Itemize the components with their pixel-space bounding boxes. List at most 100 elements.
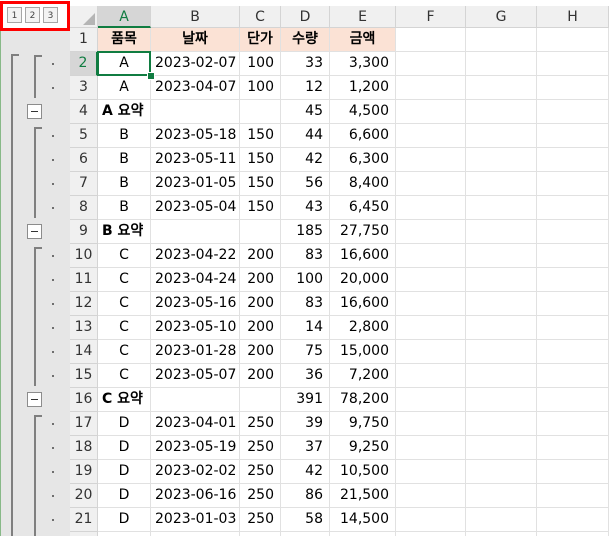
row-header-20[interactable]: 20: [70, 484, 98, 508]
cell-d6[interactable]: 42: [281, 148, 330, 172]
cell-b20[interactable]: 2023-06-16: [151, 484, 240, 508]
cell-c4[interactable]: [240, 100, 281, 124]
cell-b10[interactable]: 2023-04-22: [151, 244, 240, 268]
cell-h22[interactable]: [537, 532, 609, 536]
cell-h11[interactable]: [537, 268, 609, 292]
cell-c11[interactable]: 200: [240, 268, 281, 292]
cell-h14[interactable]: [537, 340, 609, 364]
cell-g8[interactable]: [466, 196, 537, 220]
cell-g10[interactable]: [466, 244, 537, 268]
cell-e18[interactable]: 9,250: [330, 436, 396, 460]
cell-a20[interactable]: D: [98, 484, 151, 508]
cell-c17[interactable]: 250: [240, 412, 281, 436]
cell-f13[interactable]: [396, 316, 466, 340]
cell-a3[interactable]: A: [98, 76, 151, 100]
cell-a8[interactable]: B: [98, 196, 151, 220]
cell-g20[interactable]: [466, 484, 537, 508]
cell-h12[interactable]: [537, 292, 609, 316]
cell-f10[interactable]: [396, 244, 466, 268]
cell-c20[interactable]: 250: [240, 484, 281, 508]
row-header-18[interactable]: 18: [70, 436, 98, 460]
cell-c5[interactable]: 150: [240, 124, 281, 148]
cell-h8[interactable]: [537, 196, 609, 220]
cell-a14[interactable]: C: [98, 340, 151, 364]
cell-d3[interactable]: 12: [281, 76, 330, 100]
cell-b14[interactable]: 2023-01-28: [151, 340, 240, 364]
cell-e12[interactable]: 16,600: [330, 292, 396, 316]
row-header-10[interactable]: 10: [70, 244, 98, 268]
cell-e14[interactable]: 15,000: [330, 340, 396, 364]
cell-f18[interactable]: [396, 436, 466, 460]
cell-h19[interactable]: [537, 460, 609, 484]
cell-b21[interactable]: 2023-01-03: [151, 508, 240, 532]
cell-a18[interactable]: D: [98, 436, 151, 460]
cell-a22[interactable]: D: [98, 532, 151, 536]
cell-g16[interactable]: [466, 388, 537, 412]
cell-e20[interactable]: 21,500: [330, 484, 396, 508]
cell-b22[interactable]: 2023-02-04: [151, 532, 240, 536]
cell-h17[interactable]: [537, 412, 609, 436]
cell-b1[interactable]: 날짜: [151, 28, 240, 52]
cell-g18[interactable]: [466, 436, 537, 460]
row-header-14[interactable]: 14: [70, 340, 98, 364]
outline-collapse-button[interactable]: [27, 224, 42, 239]
cell-b8[interactable]: 2023-05-04: [151, 196, 240, 220]
cell-c14[interactable]: 200: [240, 340, 281, 364]
cell-c9[interactable]: [240, 220, 281, 244]
cell-c7[interactable]: 150: [240, 172, 281, 196]
cell-b6[interactable]: 2023-05-11: [151, 148, 240, 172]
cell-e6[interactable]: 6,300: [330, 148, 396, 172]
column-header-c[interactable]: C: [240, 6, 281, 28]
cell-d17[interactable]: 39: [281, 412, 330, 436]
cell-e17[interactable]: 9,750: [330, 412, 396, 436]
cell-f4[interactable]: [396, 100, 466, 124]
cell-g17[interactable]: [466, 412, 537, 436]
cell-g6[interactable]: [466, 148, 537, 172]
cell-f20[interactable]: [396, 484, 466, 508]
cell-a10[interactable]: C: [98, 244, 151, 268]
row-header-15[interactable]: 15: [70, 364, 98, 388]
cell-e8[interactable]: 6,450: [330, 196, 396, 220]
cell-a19[interactable]: D: [98, 460, 151, 484]
cell-d15[interactable]: 36: [281, 364, 330, 388]
row-header-5[interactable]: 5: [70, 124, 98, 148]
cell-b4[interactable]: [151, 100, 240, 124]
cell-a1[interactable]: 품목: [98, 28, 151, 52]
cell-g15[interactable]: [466, 364, 537, 388]
outline-collapse-button[interactable]: [27, 104, 42, 119]
column-header-e[interactable]: E: [330, 6, 396, 28]
cell-d14[interactable]: 75: [281, 340, 330, 364]
cell-f1[interactable]: [396, 28, 466, 52]
cell-h1[interactable]: [537, 28, 609, 52]
cell-b12[interactable]: 2023-05-16: [151, 292, 240, 316]
row-header-3[interactable]: 3: [70, 76, 98, 100]
cell-c18[interactable]: 250: [240, 436, 281, 460]
cell-h15[interactable]: [537, 364, 609, 388]
cell-a7[interactable]: B: [98, 172, 151, 196]
cell-h16[interactable]: [537, 388, 609, 412]
cell-h2[interactable]: [537, 52, 609, 76]
cell-e11[interactable]: 20,000: [330, 268, 396, 292]
cell-d7[interactable]: 56: [281, 172, 330, 196]
cell-e22[interactable]: 5,750: [330, 532, 396, 536]
cell-f15[interactable]: [396, 364, 466, 388]
cell-d18[interactable]: 37: [281, 436, 330, 460]
cell-e1[interactable]: 금액: [330, 28, 396, 52]
cell-a13[interactable]: C: [98, 316, 151, 340]
cell-e4[interactable]: 4,500: [330, 100, 396, 124]
row-header-1[interactable]: 1: [70, 28, 98, 52]
cell-c1[interactable]: 단가: [240, 28, 281, 52]
cell-b15[interactable]: 2023-05-07: [151, 364, 240, 388]
cell-a21[interactable]: D: [98, 508, 151, 532]
cell-a6[interactable]: B: [98, 148, 151, 172]
cell-h20[interactable]: [537, 484, 609, 508]
cell-e19[interactable]: 10,500: [330, 460, 396, 484]
cell-a17[interactable]: D: [98, 412, 151, 436]
cell-c19[interactable]: 250: [240, 460, 281, 484]
cell-d4[interactable]: 45: [281, 100, 330, 124]
cell-a15[interactable]: C: [98, 364, 151, 388]
cell-g12[interactable]: [466, 292, 537, 316]
cell-e10[interactable]: 16,600: [330, 244, 396, 268]
cell-e15[interactable]: 7,200: [330, 364, 396, 388]
cell-g1[interactable]: [466, 28, 537, 52]
